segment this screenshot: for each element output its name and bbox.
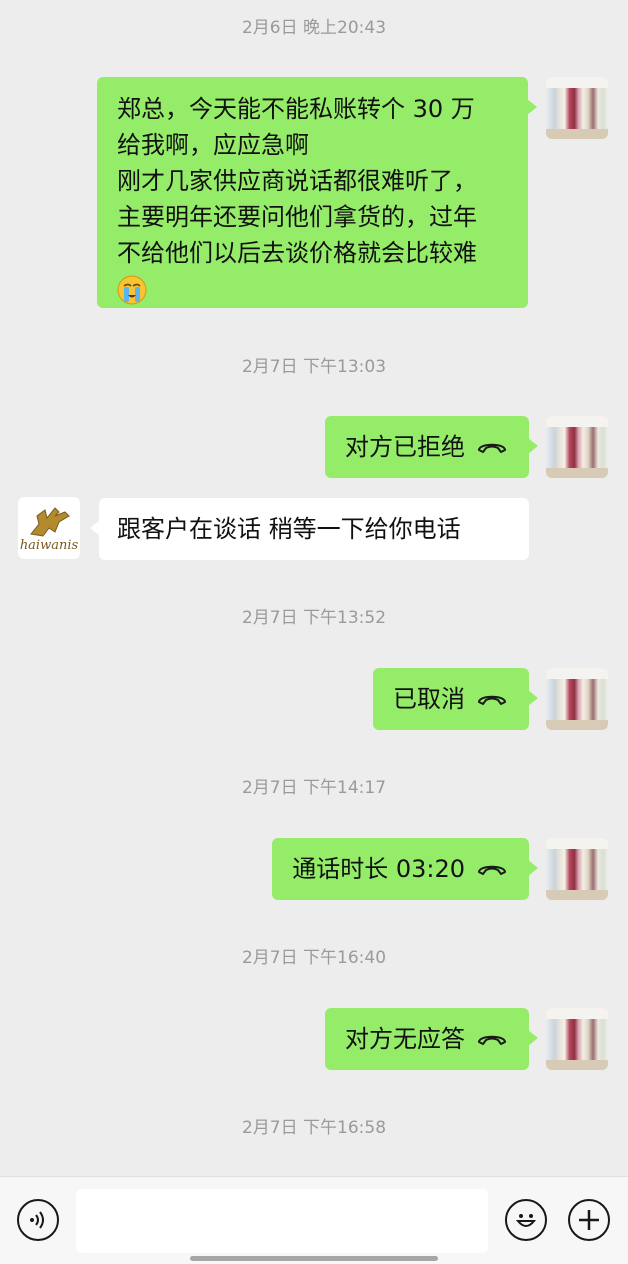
my-avatar[interactable] [546, 1008, 608, 1070]
call-status-text: 已取消 [393, 685, 465, 713]
my-avatar[interactable] [546, 838, 608, 900]
crying-face-icon [117, 275, 147, 305]
timestamp: 2月7日 下午14:17 [241, 778, 387, 798]
timestamp: 2月7日 下午16:40 [241, 948, 387, 968]
contact-avatar[interactable]: haiwanis [18, 497, 80, 559]
emoji-icon [515, 1214, 537, 1227]
message-bubble-contact[interactable]: 跟客户在谈话 稍等一下给你电话 [90, 498, 529, 560]
call-status-text: 对方已拒绝 [345, 433, 465, 461]
call-record-bubble[interactable]: 已取消 [373, 668, 538, 730]
voice-icon [30, 1211, 44, 1229]
timestamp: 2月7日 下午13:52 [241, 608, 387, 628]
timestamp: 2月7日 下午16:58 [241, 1118, 387, 1138]
home-indicator [190, 1256, 438, 1261]
message-line: 主要明年还要问他们拿货的，过年 [117, 203, 477, 231]
my-avatar[interactable] [546, 416, 608, 478]
phone-hangup-icon [478, 1035, 506, 1045]
chat-area: 2月6日 晚上20:43 郑总，今天能不能私账转个 30 万 给我啊，应应急啊 … [0, 0, 628, 1176]
my-avatar[interactable] [546, 77, 608, 139]
pegasus-logo-icon [30, 506, 70, 537]
message-bubble-mine[interactable]: 郑总，今天能不能私账转个 30 万 给我啊，应应急啊 刚才几家供应商说话都很难听… [97, 77, 537, 308]
call-record-bubble[interactable]: 通话时长 03:20 [272, 838, 538, 900]
plus-icon [579, 1210, 599, 1230]
voice-button[interactable] [17, 1199, 59, 1241]
call-record-bubble[interactable]: 对方已拒绝 [325, 416, 538, 478]
call-status-text: 对方无应答 [345, 1025, 465, 1053]
call-status-text: 通话时长 03:20 [292, 855, 465, 883]
my-avatar[interactable] [546, 668, 608, 730]
phone-hangup-icon [478, 865, 506, 875]
message-line: 不给他们以后去谈价格就会比较难 [117, 239, 477, 267]
input-bar [0, 1176, 628, 1264]
call-record-bubble[interactable]: 对方无应答 [325, 1008, 538, 1070]
message-line: 刚才几家供应商说话都很难听了， [117, 167, 477, 195]
emoji-button[interactable] [505, 1199, 547, 1241]
timestamp: 2月7日 下午13:03 [241, 357, 387, 377]
timestamp: 2月6日 晚上20:43 [241, 18, 387, 38]
plus-button[interactable] [568, 1199, 610, 1241]
phone-hangup-icon [478, 695, 506, 705]
message-input[interactable] [76, 1189, 488, 1253]
message-line: 郑总，今天能不能私账转个 30 万 [117, 95, 475, 123]
phone-hangup-icon [478, 443, 506, 453]
brand-text: haiwanis [19, 537, 79, 553]
message-line: 给我啊，应应急啊 [117, 131, 309, 159]
message-line: 跟客户在谈话 稍等一下给你电话 [117, 515, 461, 543]
